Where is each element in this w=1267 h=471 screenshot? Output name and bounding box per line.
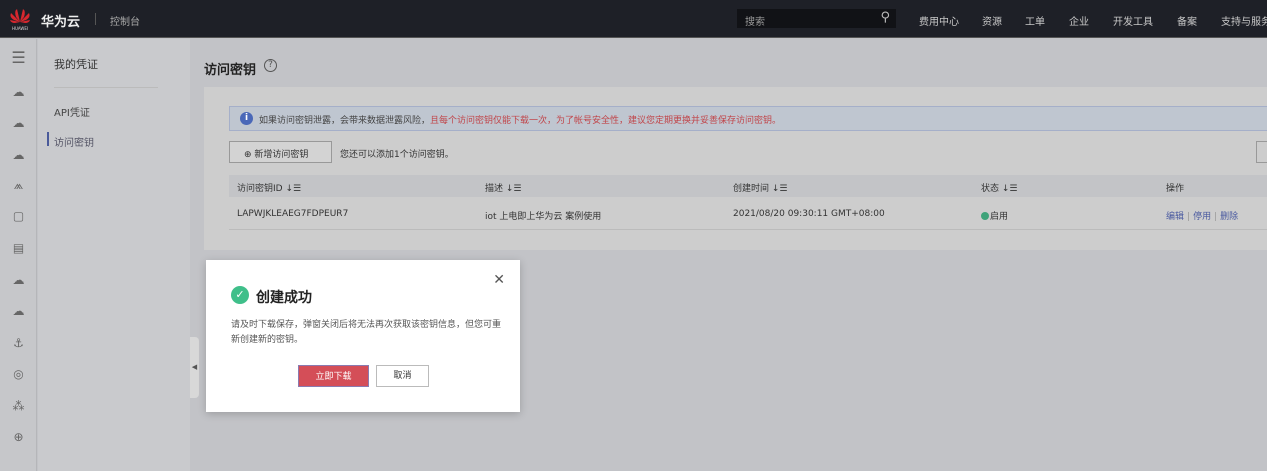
- info-text: 如果访问密钥泄露，会带来数据泄露风险，: [259, 116, 431, 126]
- divider: [54, 87, 158, 88]
- sidebar-item-access-keys[interactable]: 访问密钥: [54, 134, 94, 149]
- sort-icon: ↓☰: [1001, 184, 1018, 194]
- download-button[interactable]: 立即下载: [298, 365, 369, 387]
- cloud-more-icon[interactable]: ☁: [10, 116, 27, 130]
- cloud-storage-icon[interactable]: ☁: [10, 273, 27, 287]
- sidebar-collapse-handle[interactable]: ◀: [190, 337, 199, 398]
- svg-text:HUAWEI: HUAWEI: [12, 26, 28, 31]
- status-enabled-icon: [981, 212, 989, 220]
- success-check-icon: ✓: [231, 286, 249, 304]
- info-warning-text: 且每个访问密钥仅能下载一次，为了帐号安全性，建议您定期更换并妥善保存访问密钥。: [430, 116, 782, 126]
- sidebar-item-api-credentials[interactable]: API凭证: [54, 104, 90, 119]
- document-icon[interactable]: ▤: [10, 241, 27, 255]
- globe-icon[interactable]: ⊕: [10, 430, 27, 444]
- search-icon[interactable]: ⚲: [880, 10, 890, 25]
- access-key-id: LAPWJKLEAEG7FDPEUR7: [237, 209, 349, 219]
- brand[interactable]: 华为云: [41, 11, 80, 30]
- info-banner: i 如果访问密钥泄露，会带来数据泄露风险，且每个访问密钥仅能下载一次，为了帐号安…: [229, 106, 1267, 131]
- cloud-list-icon[interactable]: ☁: [10, 148, 27, 162]
- plus-circle-icon: ⊕: [244, 150, 255, 160]
- nav-support[interactable]: 支持与服务: [1221, 13, 1267, 28]
- status-badge: 启用: [981, 209, 1008, 222]
- toolbar-button[interactable]: [1256, 141, 1267, 163]
- page-title: 访问密钥: [204, 63, 257, 78]
- add-access-key-button[interactable]: ⊕ 新增访问密钥: [229, 141, 332, 163]
- search-input[interactable]: 搜索 ⚲: [737, 9, 896, 28]
- column-header[interactable]: 状态 ↓☰: [981, 181, 1018, 194]
- edit-link[interactable]: 编辑: [1166, 212, 1184, 222]
- table-row: LAPWJKLEAEG7FDPEUR7 iot 上电即上华为云 案例使用 202…: [229, 197, 1267, 230]
- search-placeholder: 搜索: [745, 17, 765, 28]
- column-header[interactable]: 创建时间 ↓☰: [733, 181, 788, 194]
- nav-tickets[interactable]: 工单: [1025, 13, 1045, 28]
- active-indicator: [47, 132, 49, 146]
- huawei-logo[interactable]: HUAWEI: [8, 6, 32, 32]
- divider: [95, 13, 96, 25]
- nav-dev-tools[interactable]: 开发工具: [1113, 13, 1153, 28]
- sidebar: 我的凭证 API凭证 访问密钥: [38, 39, 190, 471]
- anchor-icon[interactable]: ⚓: [10, 336, 27, 350]
- sort-icon: ↓☰: [505, 184, 522, 194]
- sort-icon: ↓☰: [285, 184, 302, 194]
- cloud-sync-icon[interactable]: ☁: [10, 304, 27, 318]
- button-label: 新增访问密钥: [254, 150, 309, 160]
- dialog-title: 创建成功: [256, 290, 312, 306]
- cloud-icon[interactable]: ☁: [10, 85, 27, 99]
- dialog-message: 请及时下载保存，弹窗关闭后将无法再次获取该密钥信息，但您可重新创建新的密钥。: [231, 320, 502, 345]
- info-icon: i: [240, 112, 253, 125]
- created-time: 2021/08/20 09:30:11 GMT+08:00: [733, 209, 885, 219]
- monitor-icon[interactable]: ⩕: [10, 178, 27, 192]
- nav-resources[interactable]: 资源: [982, 13, 1002, 28]
- access-key-card: i 如果访问密钥泄露，会带来数据泄露风险，且每个访问密钥仅能下载一次，为了帐号安…: [204, 87, 1267, 250]
- nav-enterprise[interactable]: 企业: [1069, 13, 1089, 28]
- actions: 编辑 | 停用 | 删除: [1166, 212, 1239, 222]
- menu-icon[interactable]: ☰: [10, 50, 27, 66]
- description: iot 上电即上华为云 案例使用: [485, 212, 602, 222]
- delete-link[interactable]: 删除: [1220, 212, 1238, 222]
- help-icon[interactable]: ?: [264, 59, 277, 72]
- success-dialog: ✕ ✓ 创建成功 请及时下载保存，弹窗关闭后将无法再次获取该密钥信息，但您可重新…: [206, 260, 520, 412]
- table-header: 访问密钥ID ↓☰ 描述 ↓☰ 创建时间 ↓☰ 状态 ↓☰ 操作: [229, 175, 1267, 197]
- icon-rail: ☰ ☁ ☁ ☁ ⩕ ▢ ▤ ☁ ☁ ⚓ ◎ ⁂ ⊕: [0, 39, 37, 471]
- sidebar-title: 我的凭证: [54, 58, 98, 71]
- quota-tip: 您还可以添加1个访问密钥。: [340, 150, 454, 160]
- top-bar: HUAWEI 华为云 控制台 搜索 ⚲ 费用中心 资源 工单 企业 开发工具 备案…: [0, 0, 1267, 38]
- console-link[interactable]: 控制台: [110, 13, 140, 28]
- sort-icon: ↓☰: [771, 184, 788, 194]
- column-header[interactable]: 描述 ↓☰: [485, 181, 522, 194]
- nav-billing[interactable]: 费用中心: [919, 13, 959, 28]
- network-icon[interactable]: ⁂: [10, 399, 27, 413]
- nav-icp[interactable]: 备案: [1177, 13, 1197, 28]
- column-header: 操作: [1166, 184, 1185, 194]
- close-icon[interactable]: ✕: [493, 272, 505, 288]
- device-icon[interactable]: ▢: [10, 209, 27, 223]
- ip-icon[interactable]: ◎: [10, 367, 27, 381]
- disable-link[interactable]: 停用: [1193, 212, 1211, 222]
- column-header[interactable]: 访问密钥ID ↓☰: [237, 181, 301, 194]
- cancel-button[interactable]: 取消: [376, 365, 429, 387]
